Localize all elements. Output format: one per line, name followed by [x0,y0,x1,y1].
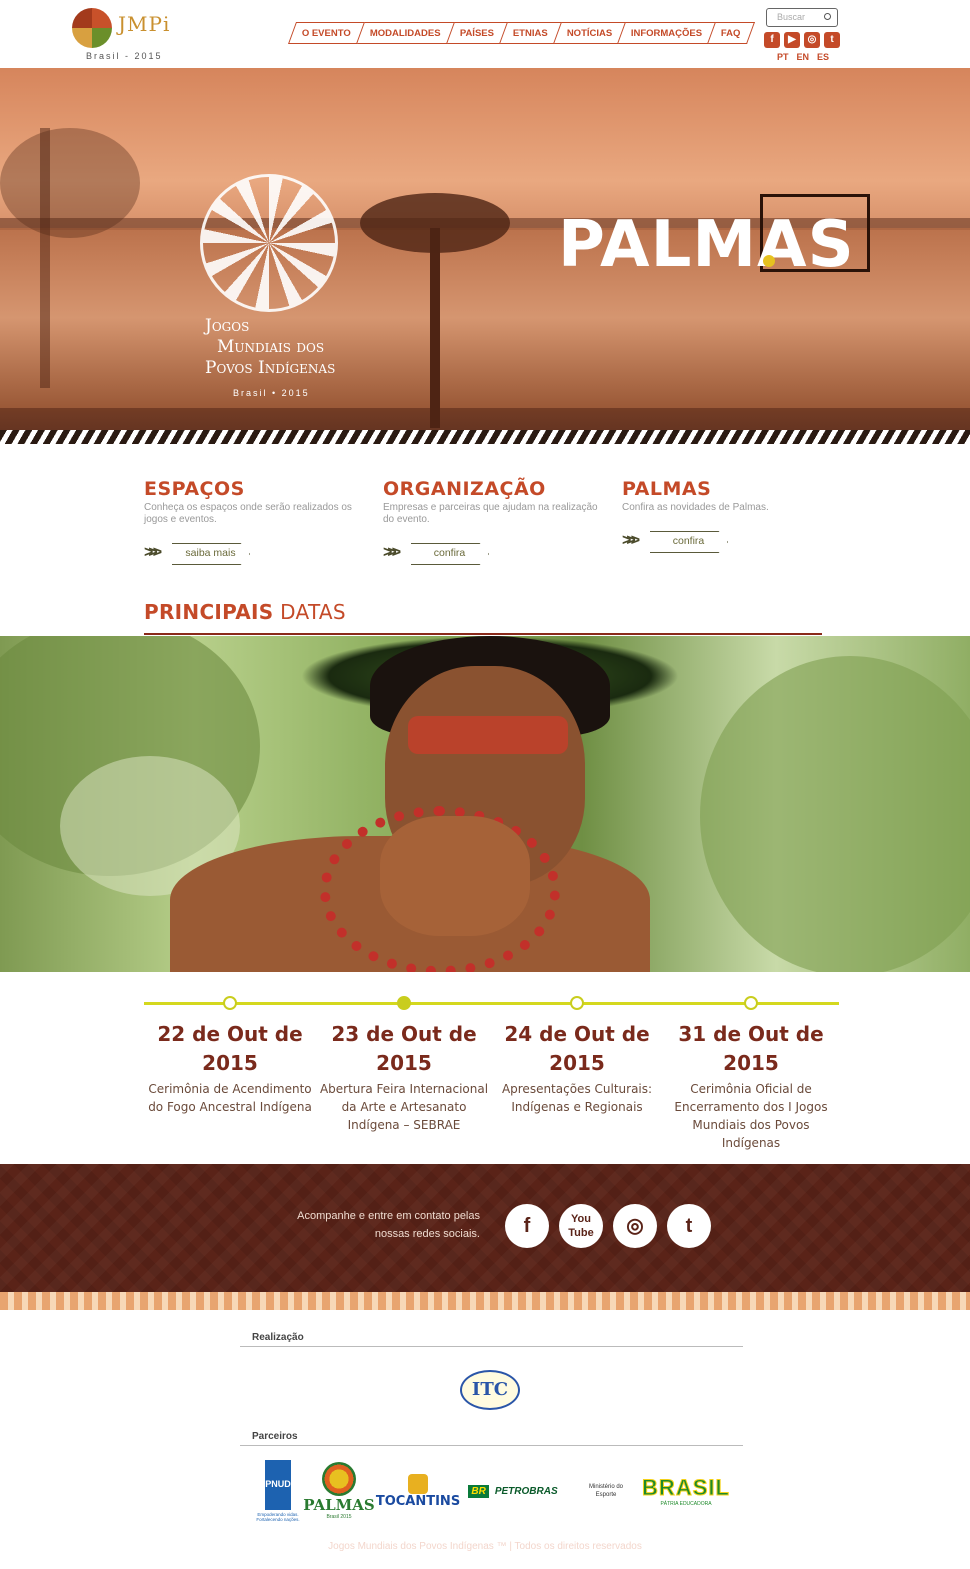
hero-pattern-stripe [0,430,970,444]
instagram-icon[interactable]: ◎ [804,32,820,48]
tocantins-emblem [408,1473,428,1494]
confira-organizacao-button[interactable]: >>> confira [383,543,489,565]
feature-title: PALMAS [622,478,712,500]
timeline-date: 24 de Out de 2015 [504,1022,650,1075]
logo-subtitle: Brasil - 2015 [86,51,163,61]
search-icon[interactable] [824,13,831,20]
site-logo[interactable]: JMPi Brasil - 2015 [70,6,170,62]
face-paint [408,716,568,754]
pnud-logo[interactable]: PNUD Empoderando vidas. Fortalecendo naç… [256,1458,300,1524]
feature-desc: Conheça os espaços onde serão realizados… [144,502,352,525]
timeline-desc: Cerimônia Oficial de Encerramento dos I … [674,1082,828,1150]
parceiros-divider [240,1445,743,1446]
games-logo-text: Jogos Mundiais dos Povos Indígenas [205,316,336,378]
foliage [700,656,970,972]
main-nav: O EVENTO MODALIDADES PAÍSES ETNIAS NOTÍC… [287,22,755,44]
chevron-arrows-icon: >>> [383,544,401,561]
youtube-icon[interactable]: You Tube [559,1204,603,1248]
social-band-text: Acompanhe e entre em contato pelas nossa… [297,1210,480,1240]
twitter-icon[interactable]: t [824,32,840,48]
timeline-dot-active[interactable] [397,996,411,1010]
tocantins-logo[interactable]: TOCANTINS [376,1458,460,1524]
section-title-principais-datas: PRINCIPAIS DATAS [144,600,346,624]
feature-desc: Empresas e parceiras que ajudam na reali… [383,502,598,525]
social-band [0,1164,970,1292]
lang-en[interactable]: EN [797,52,810,62]
nav-item-o-evento[interactable]: O EVENTO [287,22,365,44]
facebook-icon[interactable]: f [505,1204,549,1248]
games-emblem [200,174,338,312]
logo-emblem [72,8,112,48]
feature-desc: Confira as novidades de Palmas. [622,502,769,513]
realizacao-divider [240,1346,743,1347]
youtube-icon[interactable]: ▶ [784,32,800,48]
nav-item-paises[interactable]: PAÍSES [446,22,508,44]
twitter-icon[interactable]: t [667,1204,711,1248]
parceiros-label: Parceiros [252,1431,298,1442]
nav-item-informacoes[interactable]: INFORMAÇÕES [618,22,717,44]
nav-item-faq[interactable]: FAQ [708,22,755,44]
logo-text: JMPi [118,12,171,36]
timeline-line [144,1002,839,1005]
timeline-date: 31 de Out de 2015 [678,1022,824,1075]
site-header: JMPi Brasil - 2015 O EVENTO MODALIDADES … [0,0,970,68]
timeline-desc: Cerimônia de Acendimento do Fogo Ancestr… [148,1082,312,1114]
realizacao-label: Realização [252,1332,304,1343]
palm-trunk [430,228,440,428]
nav-item-modalidades[interactable]: MODALIDADES [356,22,455,44]
feature-title: ESPAÇOS [144,478,245,500]
lang-es[interactable]: ES [817,52,829,62]
petrobras-logo[interactable]: BR PETROBRAS [466,1458,560,1524]
copyright-text: Jogos Mundiais dos Povos Indígenas ™ | T… [328,1541,642,1552]
chevron-arrows-icon: >>> [144,544,162,561]
nav-item-noticias[interactable]: NOTÍCIAS [553,22,627,44]
feature-organizacao: ORGANIZAÇÃO Empresas e parceiras que aju… [383,478,598,526]
timeline-dot[interactable] [744,996,758,1010]
hero-city-title: PALMAS [558,208,855,282]
timeline-desc: Abertura Feira Internacional da Arte e A… [319,1082,489,1132]
games-logo-year: Brasil • 2015 [233,388,310,398]
feature-palmas: PALMAS Confira as novidades de Palmas. [622,478,837,514]
palmas-logo[interactable]: PALMAS Brasil 2015 [303,1458,375,1524]
itc-logo[interactable]: ITC [460,1370,520,1410]
palmas-emblem [322,1462,356,1496]
timeline-date: 22 de Out de 2015 [157,1022,303,1075]
header-social-links: f ▶ ◎ t [764,32,840,48]
footer-pattern-stripe [0,1292,970,1310]
palm-fronds [360,193,510,253]
timeline-item: 23 de Out de 2015 Abertura Feira Interna… [319,1020,489,1134]
palm-fronds-left [0,128,140,238]
timeline-item: 31 de Out de 2015 Cerimônia Oficial de E… [666,1020,836,1152]
feature-espacos: ESPAÇOS Conheça os espaços onde serão re… [144,478,359,526]
chevron-arrows-icon: >>> [622,532,640,549]
section-divider [144,633,822,635]
featured-photo [0,636,970,972]
saiba-mais-button[interactable]: >>> saiba mais [144,543,250,565]
lang-pt[interactable]: PT [777,52,789,62]
timeline-item: 24 de Out de 2015 Apresentações Culturai… [492,1020,662,1116]
ministerio-esporte-logo[interactable]: Ministério do Esporte [580,1458,632,1524]
facebook-icon[interactable]: f [764,32,780,48]
hero-banner: Jogos Mundiais dos Povos Indígenas Brasi… [0,68,970,444]
timeline-item: 22 de Out de 2015 Cerimônia de Acendimen… [145,1020,315,1116]
nav-item-etnias[interactable]: ETNIAS [499,22,562,44]
feature-title: ORGANIZAÇÃO [383,478,546,500]
person-hand [380,816,530,936]
timeline-dot[interactable] [223,996,237,1010]
timeline-dot[interactable] [570,996,584,1010]
language-switcher: PT EN ES [777,52,829,62]
governo-federal-logo[interactable]: BRASIL PÁTRIA EDUCADORA [638,1458,734,1524]
timeline-desc: Apresentações Culturais: Indígenas e Reg… [501,1082,653,1114]
instagram-icon[interactable]: ◎ [613,1204,657,1248]
confira-palmas-button[interactable]: >>> confira [622,531,728,553]
hero-city-dot [763,255,775,267]
search-input[interactable]: Buscar [766,8,838,27]
timeline-date: 23 de Out de 2015 [331,1022,477,1075]
